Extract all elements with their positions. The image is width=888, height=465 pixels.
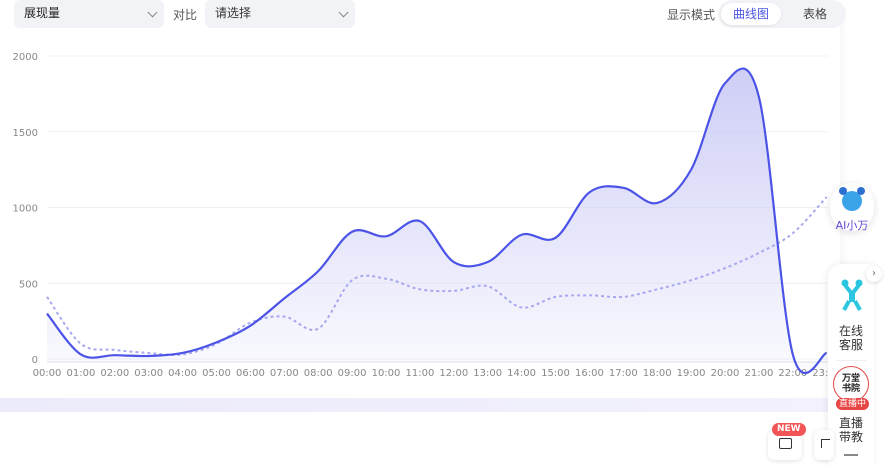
service-label-line1: 在线 [838, 324, 863, 338]
x-tick-label: 10:00 [372, 368, 401, 379]
live-logo-line1: 万堂 [841, 374, 860, 384]
live-status-badge: 直播中 [836, 398, 870, 410]
chevron-down-icon [338, 7, 349, 18]
online-service-button[interactable]: 在线 客服 [828, 324, 874, 352]
x-tick-label: 16:00 [575, 368, 604, 379]
x-tick-label: 18:00 [643, 368, 672, 379]
x-tick-label: 13:00 [473, 368, 502, 379]
x-tick-label: 12:00 [439, 368, 468, 379]
x-tick-label: 21:00 [744, 368, 773, 379]
mode-option-curve[interactable]: 曲线图 [721, 3, 781, 25]
compare-select-placeholder: 请选择 [215, 6, 252, 20]
x-tick-label: 02:00 [100, 368, 129, 379]
compare-select[interactable]: 请选择 [205, 0, 355, 28]
mode-option-table[interactable]: 表格 [786, 3, 844, 25]
metric-select[interactable]: 展现量 [14, 0, 164, 28]
ai-assistant-label: AI小万 [835, 219, 869, 232]
y-tick-label: 0 [32, 355, 38, 366]
right-sidebar: AI小万 在线 客服 万堂 书院 直播中 直播 带教 › [828, 178, 888, 465]
x-tick-label: 19:00 [677, 368, 706, 379]
service-panel: 在线 客服 万堂 书院 直播中 直播 带教 [828, 264, 874, 465]
back-to-top-icon[interactable] [844, 454, 858, 456]
chevron-down-icon [147, 7, 158, 18]
line-chart: 0 500 1000 1500 2000 00:00 01:00 02:00 03:00 04:0… [13, 52, 842, 379]
live-label-line1: 直播 [838, 416, 863, 430]
x-tick-label: 03:00 [134, 368, 163, 379]
x-tick-label: 15:00 [541, 368, 570, 379]
x-tick-label: 01:00 [66, 368, 95, 379]
x-tick-label: 08:00 [304, 368, 333, 379]
x-tick-label: 20:00 [711, 368, 740, 379]
x-tick-label: 04:00 [168, 368, 197, 379]
x-tick-label: 09:00 [338, 368, 367, 379]
ai-mascot-icon [839, 187, 865, 211]
live-label-line2: 带教 [838, 430, 863, 444]
live-logo[interactable]: 万堂 书院 [833, 366, 869, 402]
card-bottom-band [0, 398, 830, 412]
new-badge: NEW [772, 423, 806, 436]
display-mode-toggle: 曲线图 表格 [718, 0, 846, 28]
y-tick-label: 1500 [13, 128, 38, 139]
y-tick-label: 500 [19, 279, 38, 290]
compare-label: 对比 [173, 8, 198, 22]
live-logo-line2: 书院 [841, 384, 860, 394]
x-tick-label: 07:00 [270, 368, 299, 379]
x-tick-label: 17:00 [609, 368, 638, 379]
fullscreen-icon [821, 439, 830, 448]
x-tick-label: 11:00 [405, 368, 434, 379]
x-tick-label: 05:00 [202, 368, 231, 379]
ai-assistant-button[interactable]: AI小万 [830, 183, 874, 232]
x-tick-label: 06:00 [236, 368, 265, 379]
metric-select-value: 展现量 [24, 6, 61, 20]
panel-divider [836, 360, 866, 361]
chevron-right-icon[interactable]: › [866, 266, 882, 282]
x-tick-label: 14:00 [507, 368, 536, 379]
fullscreen-button[interactable] [814, 430, 834, 460]
series-area [47, 68, 827, 374]
service-label-line2: 客服 [838, 338, 863, 352]
y-tick-label: 2000 [13, 52, 38, 63]
service-mascot-icon [841, 279, 863, 311]
display-mode-label: 显示模式 [667, 8, 716, 22]
live-teaching-button[interactable]: 直播 带教 [828, 416, 874, 444]
message-icon [779, 438, 792, 449]
x-tick-label: 00:00 [33, 368, 62, 379]
y-tick-label: 1000 [13, 204, 38, 215]
